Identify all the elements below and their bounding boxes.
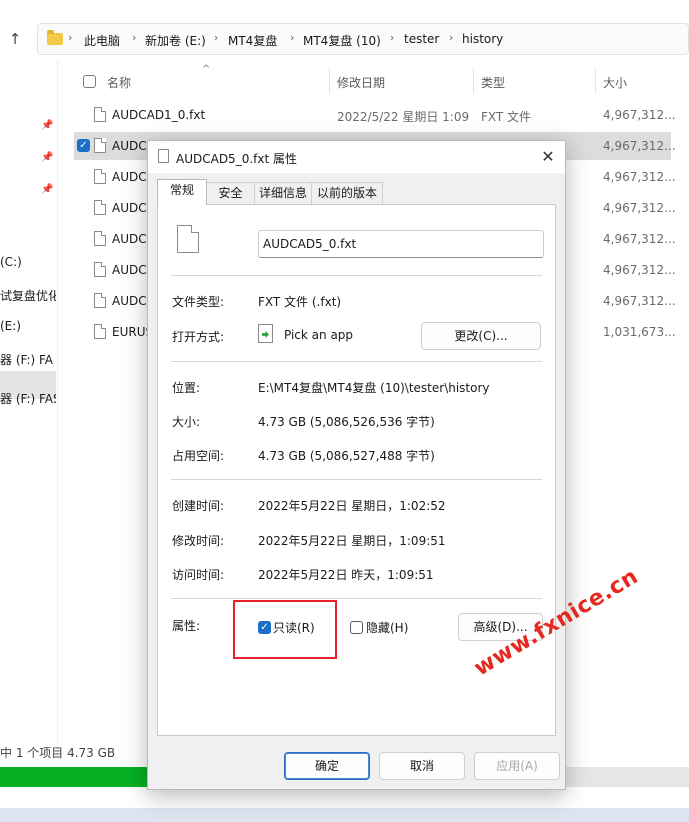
tab-security[interactable]: 安全 (206, 182, 255, 204)
hidden-label[interactable]: 隐藏(H) (366, 619, 408, 636)
breadcrumb-tester[interactable]: tester (404, 32, 439, 46)
location-value: E:\MT4复盘\MT4复盘 (10)\tester\history (258, 381, 490, 395)
size-label: 大小: (172, 415, 201, 429)
pin-icon: 📌 (41, 184, 54, 195)
file-date: 2022/5/22 星期日 1:09 (337, 110, 470, 124)
file-size: 4,967,312... (603, 170, 676, 184)
file-list-header: ^ 名称 修改日期 类型 大小 (74, 64, 689, 96)
nav-item-drive-e[interactable]: (E:) (0, 319, 56, 333)
sort-up-icon: ^ (202, 64, 211, 75)
nav-item-folder[interactable]: 试复盘优化 (0, 287, 56, 304)
file-icon (94, 324, 106, 339)
file-type: FXT 文件 (481, 110, 532, 124)
file-icon (94, 200, 106, 215)
nav-item-drive-f[interactable]: 器 (F:) FA (0, 351, 56, 368)
column-date[interactable]: 修改日期 (337, 74, 385, 91)
breadcrumb-volume-e[interactable]: 新加卷 (E:) (145, 32, 206, 49)
created-label: 创建时间: (172, 499, 225, 513)
accessed-label: 访问时间: (172, 568, 225, 582)
file-size: 4,967,312... (603, 263, 676, 277)
nav-item-drive-c[interactable]: (C:) (0, 255, 56, 269)
size-on-disk-value: 4.73 GB (5,086,527,488 字节) (258, 449, 435, 463)
file-type-label: 文件类型: (172, 295, 225, 309)
chevron-right-icon: › (290, 31, 295, 44)
file-icon (94, 293, 106, 308)
file-row[interactable]: AUDCAD1_0.fxt 2022/5/22 星期日 1:09 FXT 文件 … (74, 101, 676, 129)
file-size: 4,967,312... (603, 201, 676, 215)
tab-details[interactable]: 详细信息 (254, 182, 312, 204)
breadcrumb-mt4-10[interactable]: MT4复盘 (10) (303, 32, 381, 49)
file-icon (158, 149, 169, 163)
navigation-pane: 📌 📌 📌 (C:) 试复盘优化 (E:) 器 (F:) FA 器 (F:) F… (0, 60, 58, 760)
nav-item-drive-f-2[interactable]: 器 (F:) FAST (0, 390, 56, 407)
file-type-value: FXT 文件 (.fxt) (258, 295, 342, 309)
row-checkbox-checked[interactable]: ✓ (77, 139, 90, 152)
ok-button[interactable]: 确定 (284, 752, 370, 780)
divider (171, 479, 542, 480)
file-size: 4,967,312... (603, 139, 676, 153)
close-icon[interactable]: ✕ (536, 145, 560, 169)
breadcrumb-history[interactable]: history (462, 32, 503, 46)
dialog-title-bar[interactable]: AUDCAD5_0.fxt 属性 ✕ (148, 141, 565, 173)
column-divider[interactable] (595, 68, 596, 94)
file-size: 1,031,673... (603, 325, 676, 339)
cancel-button[interactable]: 取消 (379, 752, 465, 780)
apply-button[interactable]: 应用(A) (474, 752, 560, 780)
modified-value: 2022年5月22日 星期日，1:09:51 (258, 534, 446, 548)
accessed-value: 2022年5月22日 昨天，1:09:51 (258, 568, 434, 582)
file-icon (94, 231, 106, 246)
up-arrow-icon[interactable]: ↑ (6, 30, 24, 48)
chevron-right-icon: › (390, 31, 395, 44)
file-icon (94, 107, 106, 122)
chevron-right-icon: › (68, 31, 73, 44)
column-divider[interactable] (329, 68, 330, 94)
file-size: 4,967,312... (603, 108, 676, 122)
size-on-disk-label: 占用空间: (172, 449, 225, 463)
document-icon (177, 225, 199, 253)
window-top-edge (0, 0, 689, 12)
folder-icon (47, 30, 63, 45)
dialog-title: AUDCAD5_0.fxt 属性 (176, 152, 297, 166)
hidden-checkbox[interactable] (350, 621, 363, 634)
file-icon (94, 169, 106, 184)
chevron-right-icon: › (214, 31, 219, 44)
open-with-label: 打开方式: (172, 330, 225, 344)
pin-icon: 📌 (41, 120, 54, 131)
breadcrumb-mt4[interactable]: MT4复盘 (228, 32, 277, 49)
pin-icon: 📌 (41, 152, 54, 163)
open-with-value: Pick an app (284, 328, 354, 342)
change-button[interactable]: 更改(C)... (421, 322, 541, 350)
created-value: 2022年5月22日 星期日，1:02:52 (258, 499, 446, 513)
file-icon (94, 262, 106, 277)
divider (171, 275, 542, 276)
annotation-highlight-box (233, 600, 337, 659)
file-size: 4,967,312... (603, 232, 676, 246)
column-size[interactable]: 大小 (603, 74, 627, 91)
column-name[interactable]: 名称 (107, 74, 131, 91)
breadcrumb-this-pc[interactable]: 此电脑 (84, 32, 120, 49)
divider (171, 598, 542, 599)
file-name: AUDCAD1_0.fxt (112, 108, 206, 122)
column-divider[interactable] (473, 68, 474, 94)
tab-previous-versions[interactable]: 以前的版本 (311, 182, 383, 204)
chevron-right-icon: › (449, 31, 454, 44)
modified-label: 修改时间: (172, 534, 225, 548)
location-label: 位置: (172, 381, 201, 395)
chevron-right-icon: › (132, 31, 137, 44)
address-bar[interactable]: › 此电脑 › 新加卷 (E:) › MT4复盘 › MT4复盘 (10) › … (37, 23, 689, 55)
properties-dialog: AUDCAD5_0.fxt 属性 ✕ 常规 安全 详细信息 以前的版本 文件类型… (147, 140, 566, 790)
size-value: 4.73 GB (5,086,526,536 字节) (258, 415, 435, 429)
status-bar-text: 中 1 个项目 4.73 GB (0, 746, 116, 760)
file-size: 4,967,312... (603, 294, 676, 308)
pick-app-icon (258, 324, 273, 343)
divider (171, 361, 542, 362)
select-all-checkbox[interactable] (83, 75, 96, 88)
attributes-label: 属性: (172, 619, 201, 633)
column-type[interactable]: 类型 (481, 74, 505, 91)
file-icon (94, 138, 106, 153)
tab-general[interactable]: 常规 (157, 179, 207, 205)
taskbar-edge (0, 808, 689, 822)
filename-input[interactable] (258, 230, 544, 258)
